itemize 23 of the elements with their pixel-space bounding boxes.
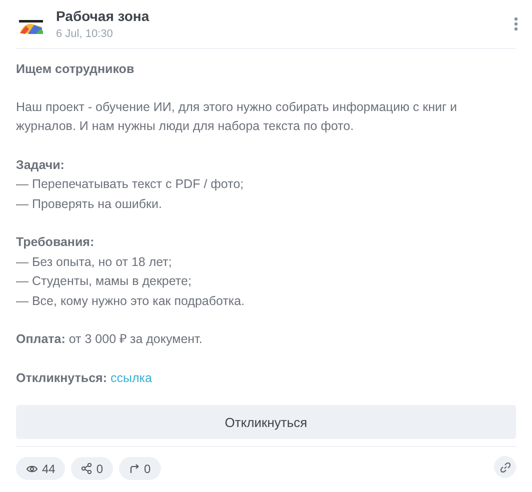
list-item: — Студенты, мамы в декрете; <box>16 273 192 290</box>
copy-link-button[interactable] <box>494 456 516 478</box>
list-item: — Все, кому нужно это как подработка. <box>16 292 246 310</box>
list-item: — Без опыта, но от 18 лет; <box>16 254 173 270</box>
share-icon <box>81 463 92 474</box>
respond-button[interactable]: Откликнуться <box>16 405 516 439</box>
views-counter[interactable]: 44 <box>16 457 66 480</box>
eye-icon <box>26 464 38 474</box>
link-icon <box>500 462 510 472</box>
list-item: — Перепечатывать текст с PDF / фото; <box>16 176 245 193</box>
post-date: 6 Jul, 10:30 <box>56 27 114 42</box>
list-item: — Проверять на ошибки. <box>16 196 163 213</box>
share-counter[interactable]: 0 <box>71 457 114 480</box>
payment-text: Оплата: от 3 000 ₽ за документ. <box>16 331 204 348</box>
post-paragraph: Наш проект - обучение ИИ, для этого нужно собирать информацию с книг и журналов. И нам нужны люди для набора текста по фото. <box>16 98 458 135</box>
more-menu-icon[interactable] <box>514 17 518 31</box>
forward-arrow-icon <box>129 463 140 474</box>
section-title: Требования: <box>16 234 96 251</box>
channel-name[interactable]: Рабочая зона <box>56 7 514 25</box>
forward-counter[interactable]: 0 <box>119 457 161 480</box>
post-heading: Ищем сотрудников <box>16 61 136 78</box>
section-title: Задачи: <box>16 156 66 174</box>
respond-text: Откликнуться: ссылка <box>16 370 153 387</box>
